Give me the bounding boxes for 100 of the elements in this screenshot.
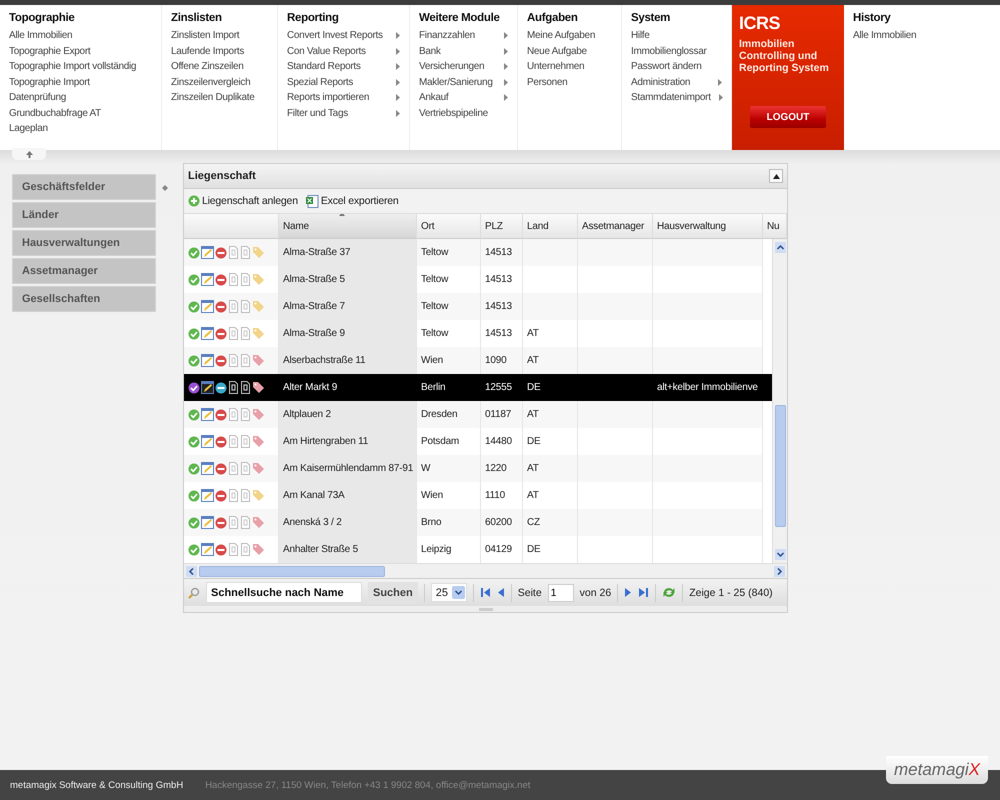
previous-page-icon[interactable] [496,587,505,598]
check-icon[interactable] [188,462,200,474]
menu-item[interactable]: Personen [527,76,612,89]
menu-item[interactable]: Unternehmen [527,60,612,74]
check-icon[interactable] [188,246,200,258]
scroll-up-icon[interactable] [774,242,786,253]
menu-item[interactable]: Ankauf [419,91,508,104]
menu-item[interactable]: Meine Aufgaben [527,29,612,42]
menu-item[interactable]: Zinszeilenvergleich [171,76,268,89]
menu-item[interactable]: Finanzzahlen [419,29,508,42]
menu-item[interactable]: Topographie Export [9,44,152,58]
menu-item[interactable]: Zinszeilen Duplikate [171,91,268,104]
sidebar-item[interactable]: Geschäftsfelder [12,174,156,200]
document-icon[interactable] [240,381,251,394]
column-header[interactable]: Nu [763,214,787,239]
check-icon[interactable] [188,354,200,366]
check-icon[interactable] [188,436,200,448]
collapse-handle-icon[interactable] [162,185,168,191]
menu-item[interactable]: Grundbuchabfrage AT [9,106,152,120]
column-header[interactable]: Assetmanager [578,214,653,239]
menu-item[interactable]: Hilfe [631,29,722,42]
scroll-down-icon[interactable] [774,549,786,560]
menu-item[interactable]: Bank [419,44,508,58]
menu-title[interactable]: Zinslisten [171,12,268,24]
menu-item[interactable]: Makler/Sanierung [419,76,508,89]
menu-item[interactable]: Standard Reports [287,60,400,74]
edit-icon[interactable] [201,381,214,394]
menu-item[interactable]: Passwort ändern [631,60,722,74]
menu-item[interactable]: Stammdatenimport [631,91,722,104]
horizontal-scrollbar[interactable] [184,563,787,578]
edit-icon[interactable] [201,354,214,367]
menu-item[interactable]: Neue Aufgabe [527,44,612,58]
tag-icon[interactable] [252,381,265,394]
edit-icon[interactable] [201,435,214,448]
check-icon[interactable] [188,490,200,502]
collapse-tab[interactable] [12,148,46,160]
edit-icon[interactable] [201,543,214,556]
menu-item[interactable]: Topographie Import [9,76,152,89]
add-button[interactable]: Liegenschaft anlegen [188,195,298,207]
edit-icon[interactable] [201,408,214,421]
menu-item[interactable]: Immobilienglossar [631,44,722,58]
search-field[interactable]: Schnellsuche nach Name [206,582,362,603]
menu-title[interactable]: System [631,12,722,24]
column-header[interactable]: Hausverwaltung [653,214,763,239]
first-page-icon[interactable] [480,587,491,598]
menu-item[interactable]: Convert Invest Reports [287,29,400,42]
sidebar-item[interactable]: Gesellschaften [12,286,156,312]
check-icon[interactable] [188,544,200,556]
menu-item[interactable]: Datenprüfung [9,91,152,104]
menu-item[interactable]: Versicherungen [419,60,508,74]
edit-icon[interactable] [201,327,214,340]
menu-item[interactable]: Lageplan [9,122,152,136]
edit-icon[interactable] [201,300,214,313]
check-icon[interactable] [188,382,200,394]
edit-icon[interactable] [201,462,214,475]
sidebar-item[interactable]: Hausverwaltungen [12,230,156,256]
logout-button[interactable]: LOGOUT [750,106,826,128]
menu-item[interactable]: Administration [631,76,722,89]
scroll-left-icon[interactable] [186,566,197,576]
column-header[interactable]: PLZ [481,214,523,239]
collapse-button[interactable] [769,169,783,183]
scroll-right-icon[interactable] [774,566,785,576]
menu-item[interactable]: Alle Immobilien [853,29,916,42]
document-icon[interactable] [228,381,239,394]
check-icon[interactable] [188,328,200,340]
menu-item[interactable]: Topographie Import vollständig [9,60,152,74]
menu-title[interactable]: Weitere Module [419,12,508,24]
menu-item[interactable]: Offene Zinszeilen [171,60,268,74]
menu-title[interactable]: History [853,12,916,24]
menu-item[interactable]: Vertriebspipeline [419,106,508,120]
column-header[interactable]: Name [279,214,417,239]
check-icon[interactable] [188,300,200,312]
edit-icon[interactable] [201,246,214,259]
menu-item[interactable]: Reports importieren [287,91,400,104]
menu-title[interactable]: Reporting [287,12,400,24]
sidebar-item[interactable]: Assetmanager [12,258,156,284]
next-page-icon[interactable] [624,587,632,598]
page-size-select[interactable]: 25 [430,583,467,602]
menu-title[interactable]: Aufgaben [527,12,612,24]
edit-icon[interactable] [201,516,214,529]
column-header[interactable]: Land [523,214,578,239]
menu-item[interactable]: Laufende Imports [171,44,268,58]
check-icon[interactable] [188,516,200,528]
menu-item[interactable]: Filter und Tags [287,106,400,120]
menu-item[interactable]: Alle Immobilien [9,29,152,42]
menu-title[interactable]: Topographie [9,12,152,24]
check-icon[interactable] [188,408,200,420]
delete-icon[interactable] [215,382,227,394]
column-header[interactable]: Ort [417,214,481,239]
check-icon[interactable] [188,274,200,286]
export-button[interactable]: Excel exportieren [306,194,399,208]
vertical-scrollbar[interactable] [772,239,787,563]
refresh-icon[interactable] [662,586,676,599]
menu-item[interactable]: Spezial Reports [287,76,400,89]
page-number-field[interactable]: 1 [548,584,574,602]
sidebar-item[interactable]: Länder [12,202,156,228]
menu-item[interactable]: Con Value Reports [287,44,400,58]
edit-icon[interactable] [201,489,214,502]
last-page-icon[interactable] [638,587,650,598]
menu-item[interactable]: Zinslisten Import [171,29,268,42]
